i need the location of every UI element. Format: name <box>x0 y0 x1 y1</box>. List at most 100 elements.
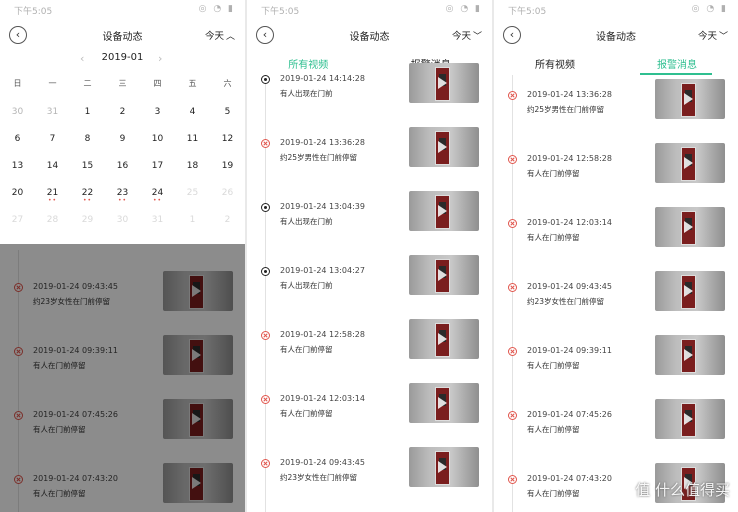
calendar-day[interactable]: 5 <box>210 102 245 122</box>
calendar-weekday: 三 <box>118 79 127 88</box>
video-thumbnail[interactable] <box>409 255 479 295</box>
date-filter-dropdown[interactable]: 今天 ﹀ <box>452 28 482 42</box>
calendar-day[interactable]: 2 <box>105 102 140 122</box>
event-time: 2019-01-24 09:43:45 <box>280 458 365 467</box>
calendar-day[interactable]: 31 <box>35 102 70 122</box>
event-item[interactable]: 2019-01-24 13:04:39 有人出现在门前 <box>247 191 492 249</box>
calendar-day[interactable]: 23 •• <box>105 183 140 204</box>
next-month-icon[interactable]: › <box>158 52 162 65</box>
event-item[interactable]: 2019-01-24 12:03:14 有人在门前停留 <box>494 207 738 265</box>
calendar-day[interactable]: 14 <box>35 156 70 176</box>
date-filter-dropdown[interactable]: 今天 ﹀ <box>698 28 728 42</box>
play-icon <box>684 93 693 105</box>
calendar-day[interactable]: 7 <box>35 129 70 149</box>
calendar-day[interactable]: 22 •• <box>70 183 105 204</box>
video-thumbnail[interactable] <box>409 383 479 423</box>
tab-all-videos[interactable]: 所有视频 <box>494 56 616 71</box>
calendar-day[interactable]: 16 <box>105 156 140 176</box>
tab-alarm-messages[interactable]: 报警消息 <box>616 56 738 71</box>
video-thumbnail[interactable] <box>655 207 725 247</box>
video-thumbnail[interactable] <box>655 399 725 439</box>
event-description: 约23岁女性在门前停留 <box>280 473 358 482</box>
video-thumbnail[interactable] <box>409 191 479 231</box>
video-thumbnail[interactable] <box>655 335 725 375</box>
event-time: 2019-01-24 13:04:39 <box>280 202 365 211</box>
calendar-month-nav: ‹ 2019-01 › <box>0 52 245 70</box>
event-item[interactable]: 2019-01-24 12:03:14 有人在门前停留 <box>247 383 492 441</box>
alarm-icon <box>508 411 517 420</box>
video-thumbnail[interactable] <box>655 79 725 119</box>
calendar-day[interactable]: 1 <box>70 102 105 122</box>
event-time: 2019-01-24 13:04:27 <box>280 266 365 275</box>
chevron-up-icon: ︿ <box>225 32 235 42</box>
event-item[interactable]: 2019-01-24 09:39:11 有人在门前停留 <box>494 335 738 393</box>
tab-all-videos[interactable]: 所有视频 <box>247 56 370 71</box>
calendar-weekday: 四 <box>153 79 162 88</box>
event-item[interactable]: 2019-01-24 09:43:45 约23岁女性在门前停留 <box>247 447 492 505</box>
event-description: 有人在门前停留 <box>280 409 333 418</box>
video-thumbnail[interactable] <box>409 127 479 167</box>
dim-overlay[interactable] <box>0 244 245 512</box>
event-item[interactable]: 2019-01-24 14:14:28 有人出现在门前 <box>247 63 492 121</box>
video-thumbnail[interactable] <box>409 63 479 103</box>
event-description: 有人出现在门前 <box>280 89 333 98</box>
calendar-day[interactable]: 3 <box>140 102 175 122</box>
alarm-icon <box>261 139 270 148</box>
calendar-day[interactable]: 4 <box>175 102 210 122</box>
event-item[interactable]: 2019-01-24 12:58:28 有人在门前停留 <box>247 319 492 377</box>
calendar-day[interactable]: 17 <box>140 156 175 176</box>
calendar-day[interactable]: 2 <box>210 210 245 230</box>
event-description: 约25岁男性在门前停留 <box>280 153 358 162</box>
calendar-day[interactable]: 18 <box>175 156 210 176</box>
calendar-day[interactable]: 31 <box>140 210 175 230</box>
status-icons: ◎ ◔ ▮ <box>445 4 482 14</box>
alarm-icon <box>508 475 517 484</box>
motion-dot-icon <box>261 267 270 276</box>
prev-month-icon[interactable]: ‹ <box>80 52 84 65</box>
video-thumbnail[interactable] <box>409 447 479 487</box>
event-item[interactable]: 2019-01-24 07:45:26 有人在门前停留 <box>494 399 738 457</box>
play-icon <box>438 333 447 345</box>
event-item[interactable]: 2019-01-24 12:58:28 有人在门前停留 <box>494 143 738 201</box>
video-thumbnail[interactable] <box>655 143 725 183</box>
status-time: 下午5:05 <box>508 7 547 17</box>
event-item[interactable]: 2019-01-24 09:43:45 约23岁女性在门前停留 <box>494 271 738 329</box>
calendar-day[interactable]: 26 <box>210 183 245 203</box>
calendar-day[interactable]: 24 •• <box>140 182 175 204</box>
alarm-icon <box>261 459 270 468</box>
event-dot-icon: •• <box>82 197 93 204</box>
calendar-day[interactable]: 25 <box>175 183 210 203</box>
calendar-day[interactable]: 10 <box>140 129 175 149</box>
event-time: 2019-01-24 13:36:28 <box>280 138 365 147</box>
calendar-day[interactable]: 12 <box>210 129 245 149</box>
calendar-day[interactable]: 28 <box>35 210 70 230</box>
calendar-day[interactable]: 15 <box>70 156 105 176</box>
calendar-day[interactable]: 6 <box>0 129 35 149</box>
event-item[interactable]: 2019-01-24 13:36:28 约25岁男性在门前停留 <box>247 127 492 185</box>
calendar-day[interactable]: 1 <box>175 210 210 230</box>
calendar-weekday: 二 <box>83 79 92 88</box>
play-icon <box>438 397 447 409</box>
play-icon <box>684 285 693 297</box>
alarm-icon <box>508 91 517 100</box>
video-thumbnail[interactable] <box>409 319 479 359</box>
calendar-day[interactable]: 13 <box>0 156 35 176</box>
calendar-day[interactable]: 27 <box>0 210 35 230</box>
calendar-day[interactable]: 9 <box>105 129 140 149</box>
calendar-day[interactable]: 30 <box>0 102 35 122</box>
event-time: 2019-01-24 12:58:28 <box>527 154 612 163</box>
calendar-day[interactable]: 8 <box>70 129 105 149</box>
calendar-day[interactable]: 30 <box>105 210 140 230</box>
event-item[interactable]: 2019-01-24 13:04:27 有人出现在门前 <box>247 255 492 313</box>
calendar-day[interactable]: 19 <box>210 156 245 176</box>
app-header: ‹ 设备动态 今天 ﹀ <box>247 20 492 50</box>
event-item[interactable]: 2019-01-24 13:36:28 约25岁男性在门前停留 <box>494 79 738 137</box>
calendar-day[interactable]: 11 <box>175 129 210 149</box>
calendar-day[interactable]: 29 <box>70 210 105 230</box>
video-thumbnail[interactable] <box>655 271 725 311</box>
calendar-weekday: 六 <box>223 79 232 88</box>
calendar-day[interactable]: 21 •• <box>35 183 70 204</box>
all-videos-panel: 下午5:05 ◎ ◔ ▮ ‹ 设备动态 今天﹀ 所有视频 报警消息 2019-0… <box>247 0 492 512</box>
calendar-day[interactable]: 20 <box>0 183 35 203</box>
date-filter-dropdown[interactable]: 今天 ︿ <box>205 28 235 42</box>
